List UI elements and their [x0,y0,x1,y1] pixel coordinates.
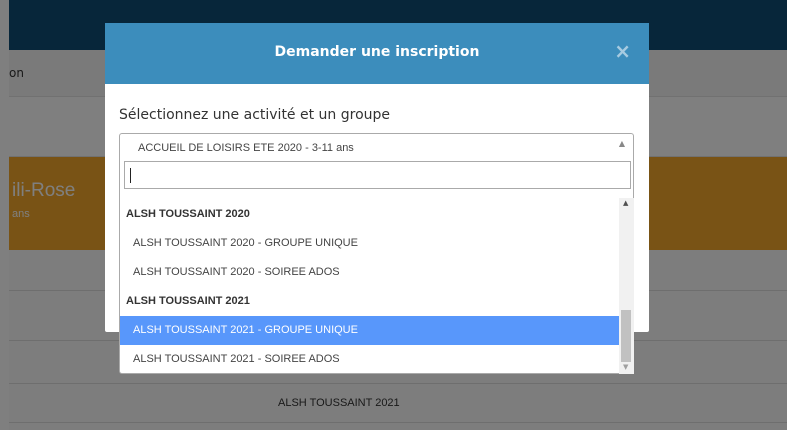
dropdown-scrollbar[interactable]: ▲ ▼ [619,198,634,374]
activity-select-value: ACCUEIL DE LOISIRS ETE 2020 - 3-11 ans [138,142,354,154]
text-cursor [130,168,131,183]
modal-title: Demander une inscription [274,44,480,60]
scroll-down-icon[interactable]: ▼ [623,363,628,371]
scroll-up-icon[interactable]: ▲ [623,199,628,207]
dropdown-option-highlighted[interactable]: ALSH TOUSSAINT 2021 - GROUPE UNIQUE [120,316,619,345]
dropdown-option[interactable]: ALSH TOUSSAINT 2020 - GROUPE UNIQUE [120,229,619,258]
dropdown-option[interactable]: ALSH TOUSSAINT 2020 - SOIREE ADOS [120,258,619,287]
dropdown-option[interactable]: ALSH TOUSSAINT 2021 - SOIREE ADOS [120,345,619,374]
scrollbar-thumb[interactable] [621,310,631,362]
option-group-header: ALSH TOUSSAINT 2021 [126,295,250,307]
option-group-header: ALSH TOUSSAINT 2020 [126,208,250,220]
activity-dropdown: ALSH TOUSSAINT 2020 ALSH TOUSSAINT 2020 … [119,158,634,374]
activity-select[interactable]: ACCUEIL DE LOISIRS ETE 2020 - 3-11 ans ▲ [119,133,634,159]
activity-select-label: Sélectionnez une activité et un groupe [119,107,391,123]
close-icon[interactable]: × [614,39,631,63]
chevron-up-icon: ▲ [618,139,625,148]
dropdown-search-input[interactable] [124,161,631,189]
dropdown-options-list: ALSH TOUSSAINT 2020 ALSH TOUSSAINT 2020 … [120,198,619,374]
modal-header: Demander une inscription × [105,23,649,84]
